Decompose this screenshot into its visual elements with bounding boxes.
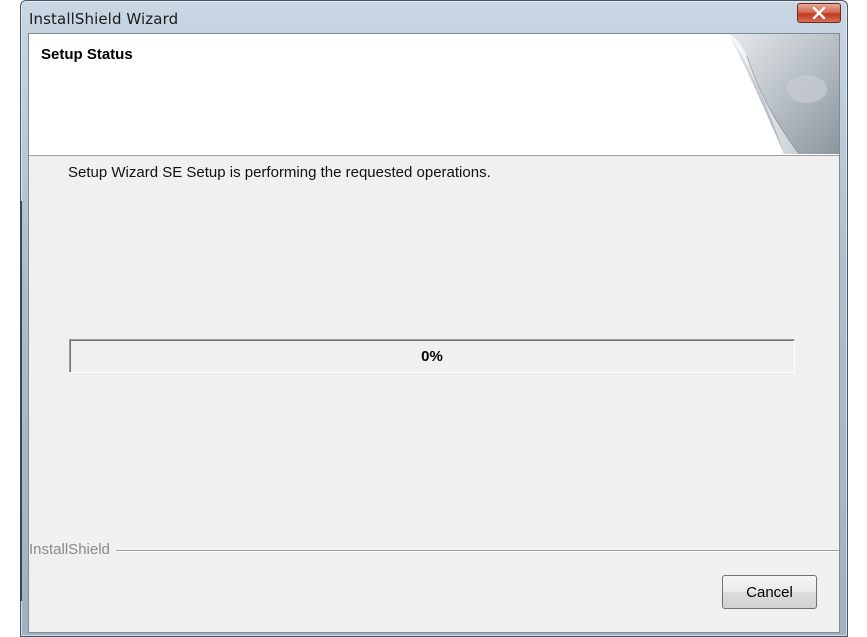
progress-bar: 0% bbox=[69, 339, 795, 373]
wizard-client-area: Setup Status Setup Wizard SE Setup is pe… bbox=[28, 33, 840, 633]
title-bar[interactable]: InstallShield Wizard bbox=[21, 1, 847, 33]
status-message: Setup Wizard SE Setup is performing the … bbox=[68, 164, 491, 181]
page-curl-graphic bbox=[689, 34, 839, 155]
page-title: Setup Status bbox=[41, 46, 133, 63]
close-button[interactable] bbox=[797, 3, 841, 23]
cancel-button[interactable]: Cancel bbox=[722, 575, 817, 609]
header-panel: Setup Status bbox=[29, 34, 839, 156]
installshield-brand-label: InstallShield bbox=[29, 541, 116, 558]
installshield-wizard-window: InstallShield Wizard Setup Status Setup … bbox=[20, 0, 848, 637]
progress-percent-label: 0% bbox=[421, 347, 443, 365]
footer-divider bbox=[29, 550, 839, 552]
window-title: InstallShield Wizard bbox=[29, 10, 179, 28]
close-icon bbox=[812, 7, 826, 19]
